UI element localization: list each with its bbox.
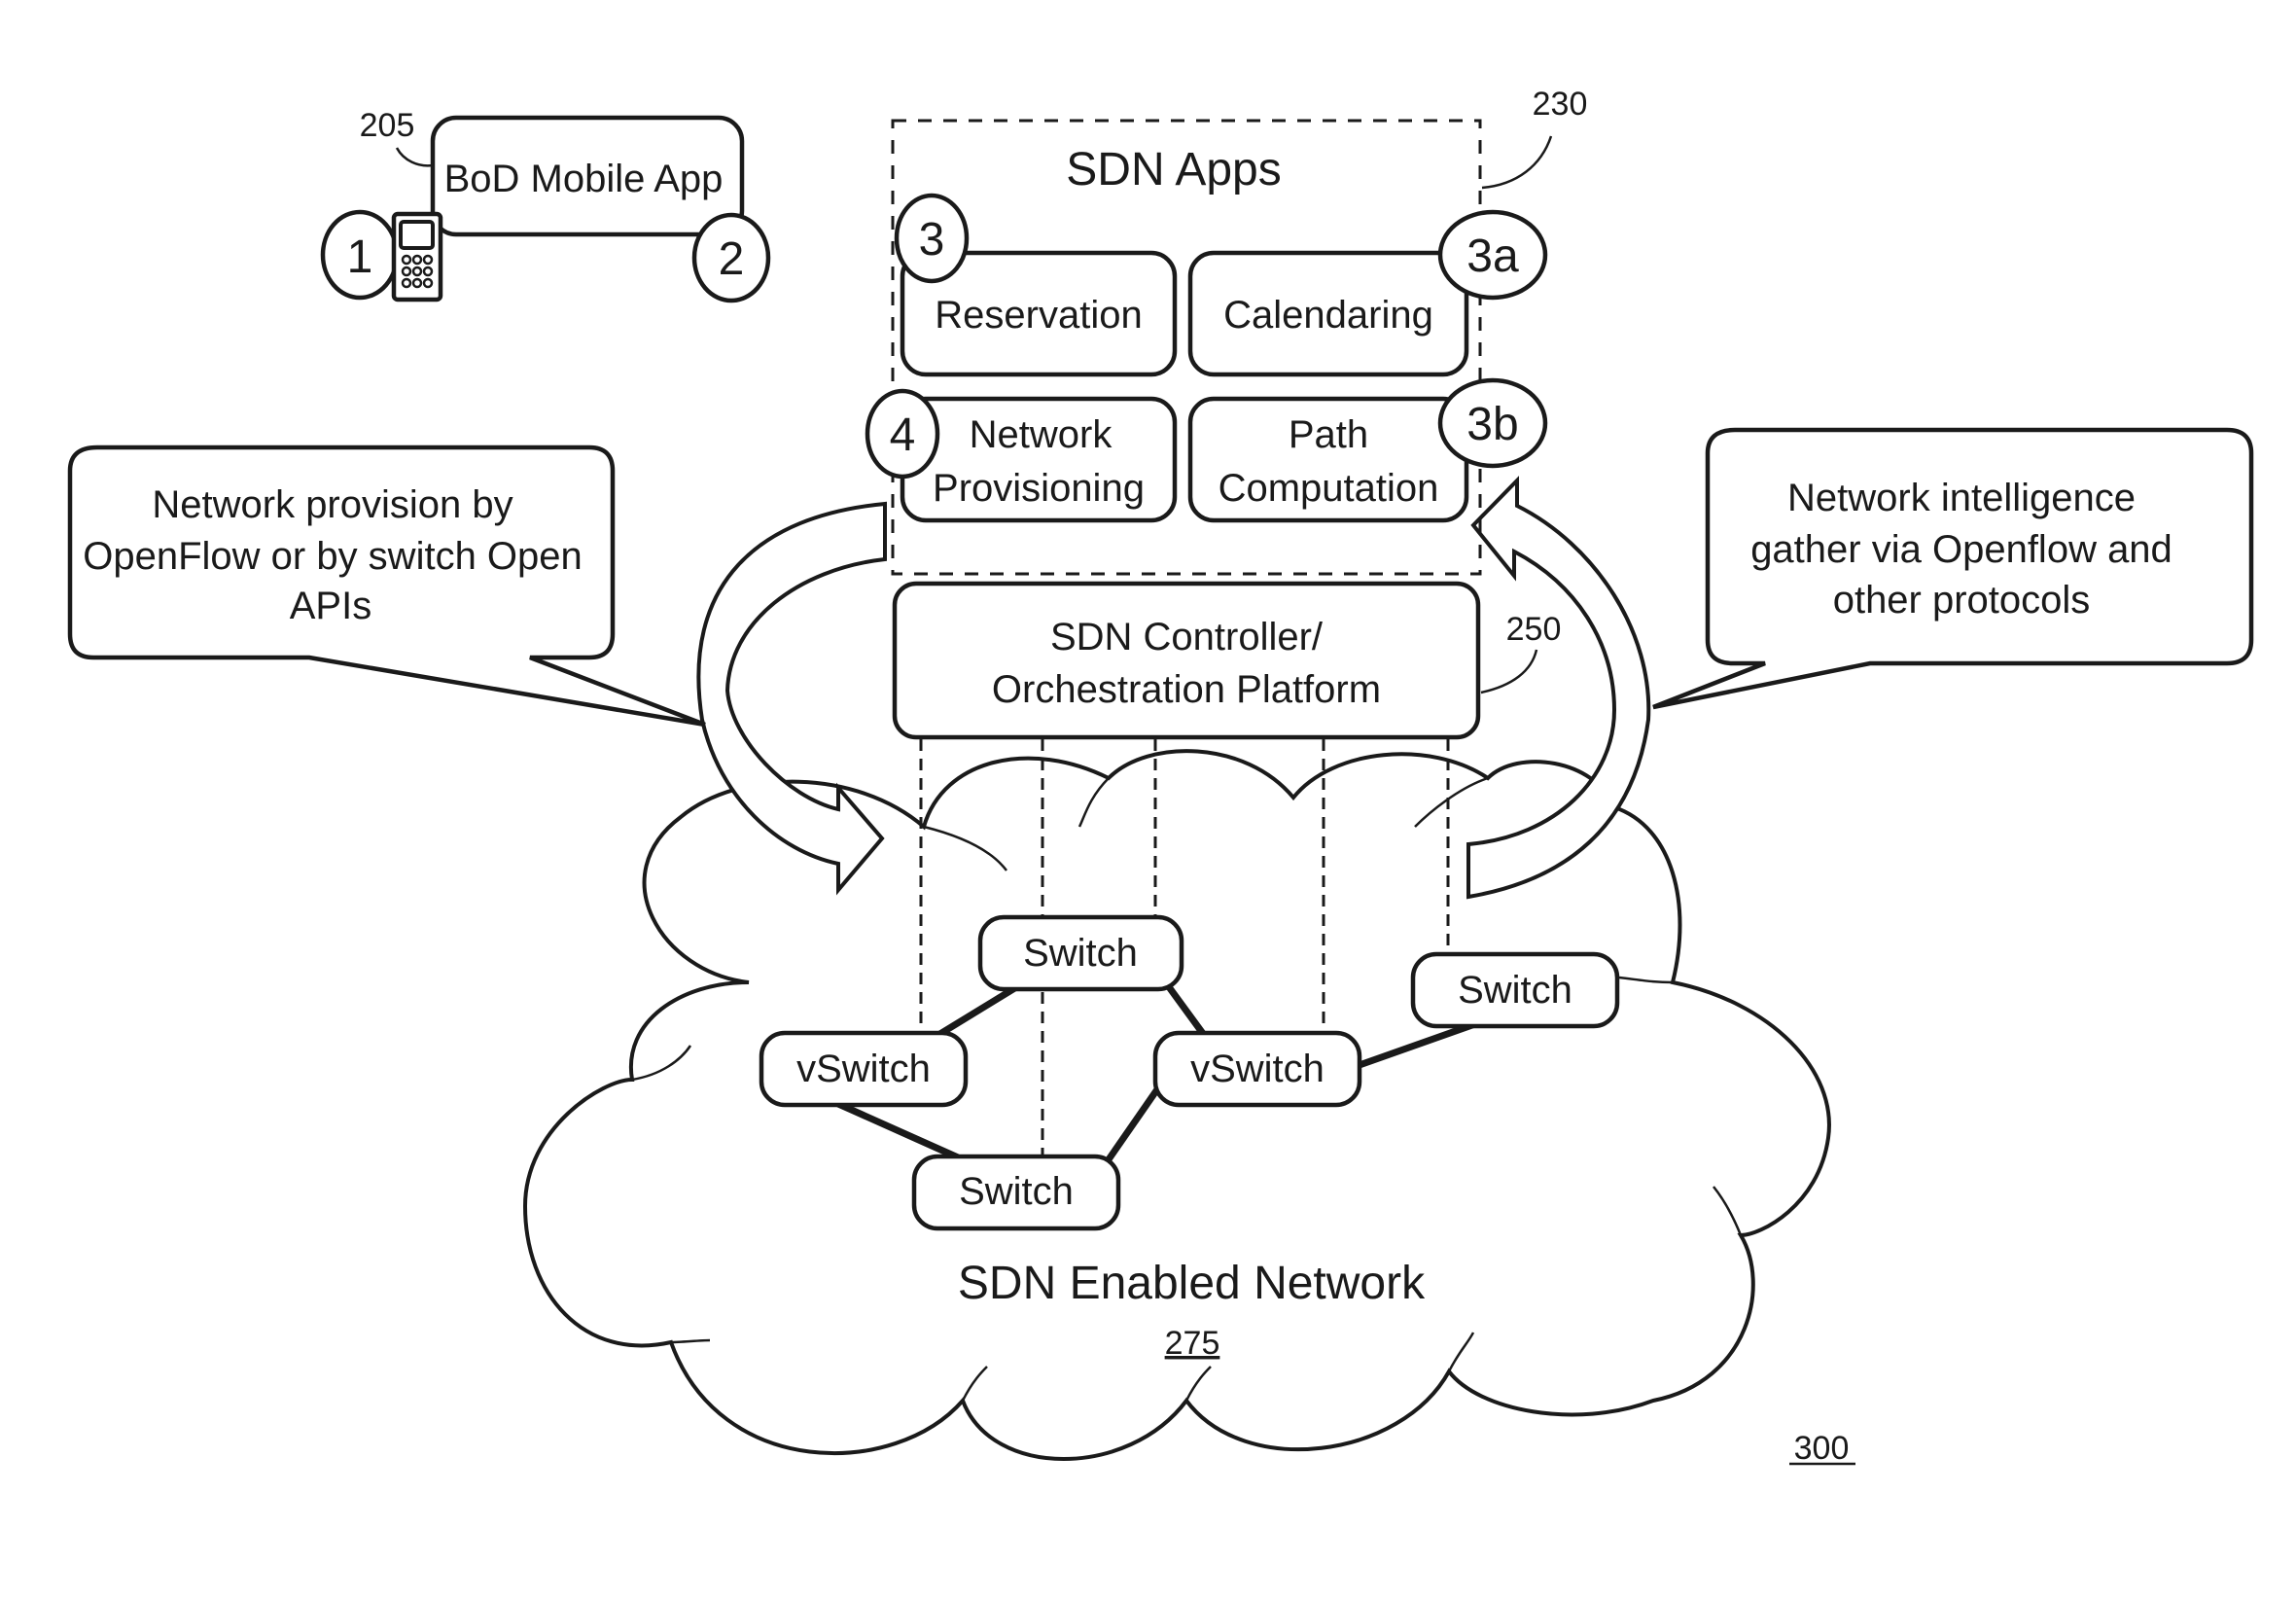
callout-line-3: APIs — [290, 585, 371, 627]
cloud-lobe-arc — [961, 1366, 988, 1402]
controller-box-outline — [892, 581, 1481, 740]
cloud-lobe-arc — [1713, 1186, 1743, 1236]
sdn-apps-ref-number: 230 — [1533, 86, 1588, 123]
step-number: 2 — [719, 233, 745, 285]
sdn-controller-box[interactable]: SDN Controller/ Orchestration Platform — [892, 581, 1481, 740]
mobile-phone-icon — [391, 211, 443, 302]
vswitch-label: vSwitch — [796, 1048, 931, 1090]
cloud-lobe-arc — [1618, 976, 1674, 984]
step-bubble-3a: 3a — [1437, 209, 1548, 301]
cloud-lobe-arc — [1414, 776, 1489, 828]
switch-label: Switch — [1023, 932, 1138, 975]
link-vswitch-left-switch-bottom — [836, 1100, 960, 1161]
controller-label-line-1: SDN Controller/ — [1050, 616, 1324, 658]
mobile-app-ref-leader — [395, 147, 434, 167]
network-title: SDN Enabled Network — [958, 1258, 1426, 1309]
callout-line-1: Network intelligence — [1787, 477, 2136, 519]
sdn-architecture-diagram: Switch Switch vSwitch vSwitch Switch SDN… — [67, 86, 2254, 1467]
bod-mobile-app-box[interactable]: BoD Mobile App — [430, 115, 745, 237]
callout-line-2: OpenFlow or by switch Open — [83, 535, 583, 578]
cloud-lobe-arc — [1077, 777, 1110, 828]
link-switch-top-vswitch-left — [936, 981, 1023, 1038]
switch-node-right[interactable]: Switch — [1410, 951, 1620, 1029]
cloud-lobe-arc — [670, 1338, 711, 1344]
app-label-line-1: Path — [1289, 413, 1368, 456]
vswitch-node-left[interactable]: vSwitch — [759, 1030, 969, 1108]
app-path-computation[interactable]: Path Computation — [1187, 396, 1469, 523]
step-bubble-3: 3 — [894, 193, 970, 284]
controller-label-line-2: Orchestration Platform — [992, 668, 1381, 711]
app-label: Reservation — [935, 294, 1142, 337]
sdn-apps-title: SDN Apps — [1066, 144, 1281, 196]
step-number: 3a — [1466, 231, 1519, 282]
sdn-apps-ref-leader — [1481, 135, 1553, 190]
app-label-line-2: Provisioning — [933, 467, 1145, 510]
callout-line-3: other protocols — [1833, 579, 2091, 622]
switch-node-bottom[interactable]: Switch — [911, 1154, 1121, 1231]
step-bubble-2: 2 — [691, 212, 771, 303]
app-network-provisioning[interactable]: Network Provisioning — [900, 396, 1178, 523]
step-number: 3 — [919, 214, 945, 266]
app-calendaring[interactable]: Calendaring — [1187, 250, 1469, 377]
link-vswitch-right-switch-bottom — [1104, 1087, 1160, 1164]
switch-label: Switch — [959, 1170, 1074, 1213]
app-label-line-2: Computation — [1219, 467, 1439, 510]
callout-line-2: gather via Openflow and — [1750, 528, 2172, 571]
figure-ref-number: 300 — [1794, 1430, 1850, 1467]
step-bubble-3b: 3b — [1437, 377, 1548, 469]
controller-ref-leader — [1480, 649, 1538, 694]
cloud-lobe-arc — [631, 1045, 692, 1082]
vswitch-label: vSwitch — [1190, 1048, 1325, 1090]
step-number: 4 — [890, 409, 916, 461]
app-label: Calendaring — [1223, 294, 1433, 337]
callout-network-intelligence: Network intelligence gather via Openflow… — [1652, 427, 2254, 710]
step-bubble-4: 4 — [865, 388, 940, 480]
switch-node-top[interactable]: Switch — [977, 914, 1184, 992]
switch-label: Switch — [1458, 969, 1572, 1012]
network-ref-number: 275 — [1165, 1325, 1220, 1362]
vswitch-node-right[interactable]: vSwitch — [1152, 1030, 1362, 1108]
provisioning-flow-arrow — [696, 501, 887, 896]
controller-ref-number: 250 — [1506, 611, 1562, 648]
cloud-lobe-arc — [1447, 1332, 1475, 1372]
step-number: 1 — [347, 231, 373, 283]
app-label-line-1: Network — [970, 413, 1113, 456]
step-number: 3b — [1466, 399, 1518, 450]
callout-network-provision: Network provision by OpenFlow or by swit… — [67, 444, 706, 728]
mobile-app-label: BoD Mobile App — [444, 158, 724, 200]
step-bubble-1: 1 — [320, 209, 400, 301]
cloud-lobe-arc — [923, 825, 1007, 871]
callout-line-1: Network provision by — [152, 483, 512, 526]
link-switch-top-vswitch-right — [1164, 981, 1207, 1038]
cloud-lobe-arc — [1184, 1366, 1212, 1402]
mobile-app-ref-number: 205 — [360, 107, 415, 144]
